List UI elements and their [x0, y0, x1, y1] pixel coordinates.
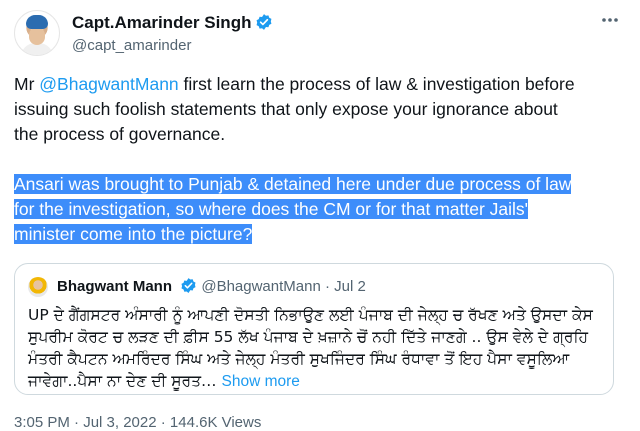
mention-link[interactable]: @BhagwantMann [39, 74, 178, 94]
quoted-author-handle: @BhagwantMann [201, 278, 321, 295]
tweet-paragraph-1: Mr @BhagwantMann first learn the process… [14, 72, 626, 147]
quoted-tweet[interactable]: Bhagwant Mann @BhagwantMann · Jul 2 UP ਦ… [14, 263, 614, 395]
author-handle[interactable]: @capt_amarinder [72, 36, 273, 56]
tweet-text-line1: first learn the process of law & investi… [178, 74, 575, 94]
quoted-line4: ਜਾਵੇਗਾ..ਪੈਸਾ ਨਾ ਦੇਣ ਦੀ ਸੂਰਤ [28, 372, 202, 390]
quoted-author-avatar [28, 277, 48, 297]
tweet-text-line2: issuing such foolish statements that onl… [14, 99, 558, 119]
quoted-separator: · [320, 278, 335, 295]
quoted-author-name: Bhagwant Mann [57, 278, 172, 295]
author-names: Capt.Amarinder Singh @capt_amarinder [72, 12, 273, 56]
verified-badge-icon [255, 13, 273, 36]
tweet-timestamp-partial[interactable]: 3:05 PM · Jul 3, 2022 · 144.6K Views [14, 414, 261, 431]
quoted-tweet-header: Bhagwant Mann @BhagwantMann · Jul 2 [57, 277, 366, 300]
quoted-verified-badge-icon [180, 277, 197, 300]
quoted-date: Jul 2 [334, 278, 366, 295]
quoted-line2: ਸੁਪਰੀਮ ਕੋਰਟ ਚ ਲੜਣ ਦੀ ਫ਼ੀਸ 55 ਲੱਖ ਪੰਜਾਬ ਦ… [28, 328, 588, 346]
tweet-header: Capt.Amarinder Singh @capt_amarinder [14, 10, 626, 60]
selected-text-line3: minister come into the picture? [14, 224, 253, 244]
quoted-line3: ਮੰਤਰੀ ਕੈਪਟਨ ਅਮਰਿੰਦਰ ਸਿੰਘ ਅਤੇ ਜੇਲ੍ਹ ਮੰਤਰੀ… [28, 350, 570, 368]
selected-text-line2: for the investigation, so where does the… [14, 199, 528, 219]
selected-text-line1: Ansari was brought to Punjab & detained … [14, 174, 572, 194]
tweet-text-prefix: Mr [14, 74, 40, 94]
show-more-link[interactable]: Show more [221, 373, 299, 390]
tweet-text: Mr @BhagwantMann first learn the process… [14, 72, 626, 247]
quoted-tweet-text: UP ਦੇ ਗੈਂਗਸਟਰ ਅੰਸਾਰੀ ਨੂੰ ਆਪਣੀ ਦੋਸਤੀ ਨਿਭਾ… [28, 304, 600, 393]
author-display-name[interactable]: Capt.Amarinder Singh [72, 12, 251, 34]
author-avatar[interactable] [14, 10, 60, 56]
tweet-paragraph-2-selected: Ansari was brought to Punjab & detained … [14, 172, 626, 247]
more-horizontal-icon[interactable] [600, 10, 620, 34]
quoted-ellipsis: … [201, 372, 222, 390]
quoted-line1: UP ਦੇ ਗੈਂਗਸਟਰ ਅੰਸਾਰੀ ਨੂੰ ਆਪਣੀ ਦੋਸਤੀ ਨਿਭਾ… [28, 306, 593, 324]
tweet-text-line3: the process of governance. [14, 124, 226, 144]
